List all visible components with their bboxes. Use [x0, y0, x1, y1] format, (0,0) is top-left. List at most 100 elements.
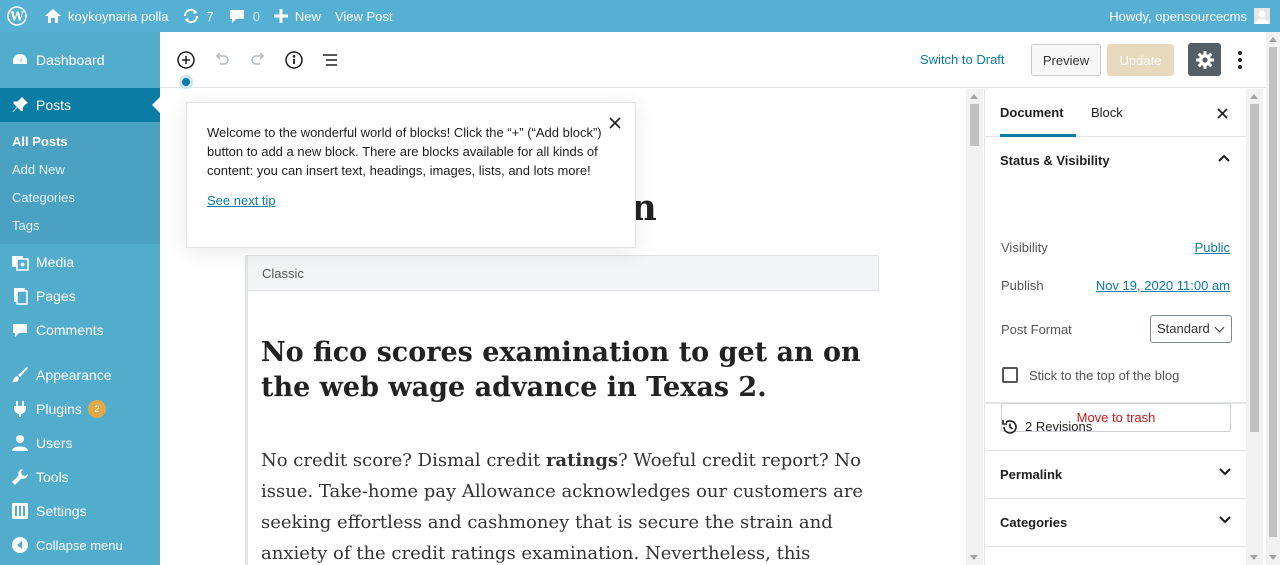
wrench-icon: [12, 469, 28, 485]
account-menu[interactable]: Howdy, opensourcecms: [1102, 0, 1280, 32]
post-heading[interactable]: No fico scores examination to get an on …: [261, 335, 861, 405]
tip-indicator: [179, 75, 193, 89]
sidebar-label-media: Media: [36, 254, 75, 270]
tab-block[interactable]: Block: [1091, 89, 1123, 137]
classic-block[interactable]: Classic No fico scores examination to ge…: [245, 255, 879, 565]
sidebar-label-posts: Posts: [36, 97, 72, 113]
categories-panel-toggle[interactable]: Categories: [985, 499, 1246, 547]
new-content-link[interactable]: New: [267, 0, 328, 32]
list-outline-icon: [323, 54, 337, 66]
redo-button[interactable]: [246, 48, 270, 72]
dashboard-icon: [13, 54, 27, 64]
view-post-link[interactable]: View Post: [328, 0, 400, 32]
revisions-label: 2 Revisions: [1025, 419, 1093, 434]
sidebar-item-media[interactable]: Media: [0, 245, 160, 279]
settings-scrollbar[interactable]: [1246, 89, 1263, 565]
sidebar-label-settings: Settings: [36, 503, 87, 519]
add-block-button[interactable]: [174, 48, 198, 72]
visibility-label: Visibility: [1001, 240, 1048, 255]
stick-to-top-label: Stick to the top of the blog: [1029, 368, 1180, 383]
undo-icon: [215, 52, 229, 65]
visibility-value-link[interactable]: Public: [1195, 240, 1230, 255]
submenu-categories[interactable]: Categories: [0, 184, 160, 212]
sidebar-label-tools: Tools: [36, 469, 69, 485]
comments-icon: [13, 324, 27, 337]
page-scrollbar[interactable]: [1266, 32, 1280, 565]
sidebar-item-settings[interactable]: Settings: [0, 494, 160, 528]
content-scrollbar[interactable]: [966, 89, 983, 565]
sidebar-item-users[interactable]: Users: [0, 426, 160, 460]
comment-icon: [229, 10, 244, 23]
close-icon: [609, 117, 621, 129]
para-text-1: No credit score? Dismal credit: [261, 450, 546, 471]
categories-title: Categories: [1000, 515, 1068, 530]
site-name: koykoynaria polla: [68, 8, 169, 24]
pushpin-icon: [12, 97, 28, 112]
submenu-add-new[interactable]: Add New: [0, 156, 160, 184]
post-format-label: Post Format: [1001, 322, 1072, 337]
sidebar-item-tools[interactable]: Tools: [0, 460, 160, 494]
settings-toggle-button[interactable]: [1188, 43, 1221, 76]
sidebar-label-comments: Comments: [36, 322, 104, 338]
stick-to-top-checkbox[interactable]: [1002, 367, 1018, 383]
comments-count: 0: [252, 8, 260, 24]
admin-sidebar: Dashboard Posts All Posts Add New Catego…: [0, 32, 160, 565]
close-settings-button[interactable]: [1212, 103, 1232, 123]
updates-icon: [184, 8, 199, 24]
view-post-label: View Post: [334, 8, 393, 24]
sidebar-item-pages[interactable]: Pages: [0, 279, 160, 313]
status-visibility-panel: Visibility Public Publish Nov 19, 2020 1…: [985, 137, 1246, 432]
settings-sidebar: Document Block Status & Visibility Visib…: [984, 89, 1246, 565]
sidebar-item-dashboard[interactable]: Dashboard: [0, 43, 160, 77]
sidebar-item-appearance[interactable]: Appearance: [0, 358, 160, 392]
para-bold-text: ratings: [545, 450, 619, 471]
content-info-button[interactable]: [282, 48, 306, 72]
sidebar-label-appearance: Appearance: [36, 367, 112, 383]
post-format-select[interactable]: Standard: [1150, 315, 1232, 343]
info-icon: [285, 51, 303, 69]
comments-link[interactable]: 0: [221, 0, 267, 32]
admin-bar: W koykoynaria polla 7 0 New View Post Ho…: [0, 0, 1280, 32]
permalink-title: Permalink: [1000, 467, 1063, 482]
welcome-tip-popover: Welcome to the wonderful world of blocks…: [186, 102, 636, 248]
updates-link[interactable]: 7: [175, 0, 220, 32]
switch-to-draft-button[interactable]: Switch to Draft: [920, 52, 1005, 67]
svg-text:W: W: [9, 10, 24, 24]
sidebar-item-plugins[interactable]: Plugins 2: [0, 392, 160, 426]
collapse-menu-button[interactable]: Collapse menu: [0, 528, 160, 562]
wordpress-logo-icon[interactable]: W: [0, 0, 37, 32]
plugins-update-badge: 2: [87, 400, 106, 418]
plugin-icon: [14, 401, 26, 417]
tip-close-button[interactable]: [605, 113, 625, 133]
sidebar-item-comments[interactable]: Comments: [0, 313, 160, 347]
chevron-down-icon: [1219, 516, 1231, 524]
sidebar-label-dashboard: Dashboard: [36, 52, 105, 68]
see-next-tip-link[interactable]: See next tip: [207, 193, 276, 208]
post-paragraph[interactable]: No credit score? Dismal credit ratings? …: [261, 445, 871, 565]
preview-button[interactable]: Preview: [1031, 44, 1101, 76]
updates-count: 7: [206, 8, 214, 24]
block-navigation-button[interactable]: [318, 48, 342, 72]
sidebar-label-users: Users: [36, 435, 73, 451]
home-icon: [45, 9, 61, 23]
submenu-tags[interactable]: Tags: [0, 212, 160, 240]
sidebar-item-posts[interactable]: Posts: [0, 88, 160, 122]
revisions-link[interactable]: 2 Revisions: [985, 403, 1246, 451]
more-options-button[interactable]: [1230, 48, 1250, 72]
submenu-all-posts[interactable]: All Posts: [0, 128, 160, 156]
kebab-menu-icon: [1238, 51, 1242, 69]
users-icon: [12, 435, 28, 451]
tip-text: Welcome to the wonderful world of blocks…: [207, 125, 602, 178]
editor-header: Switch to Draft Preview Update: [160, 32, 1266, 89]
avatar: [1254, 8, 1270, 24]
update-button[interactable]: Update: [1107, 44, 1174, 76]
history-icon: [1002, 420, 1017, 434]
undo-button[interactable]: [210, 48, 234, 72]
tab-document[interactable]: Document: [1000, 89, 1076, 137]
classic-block-toolbar: Classic: [248, 255, 879, 291]
publish-date-link[interactable]: Nov 19, 2020 11:00 am: [1096, 278, 1230, 293]
sidebar-tabs: Document Block: [985, 89, 1246, 137]
permalink-panel-toggle[interactable]: Permalink: [985, 451, 1246, 499]
add-block-icon: [177, 51, 195, 69]
site-name-link[interactable]: koykoynaria polla: [37, 0, 175, 32]
